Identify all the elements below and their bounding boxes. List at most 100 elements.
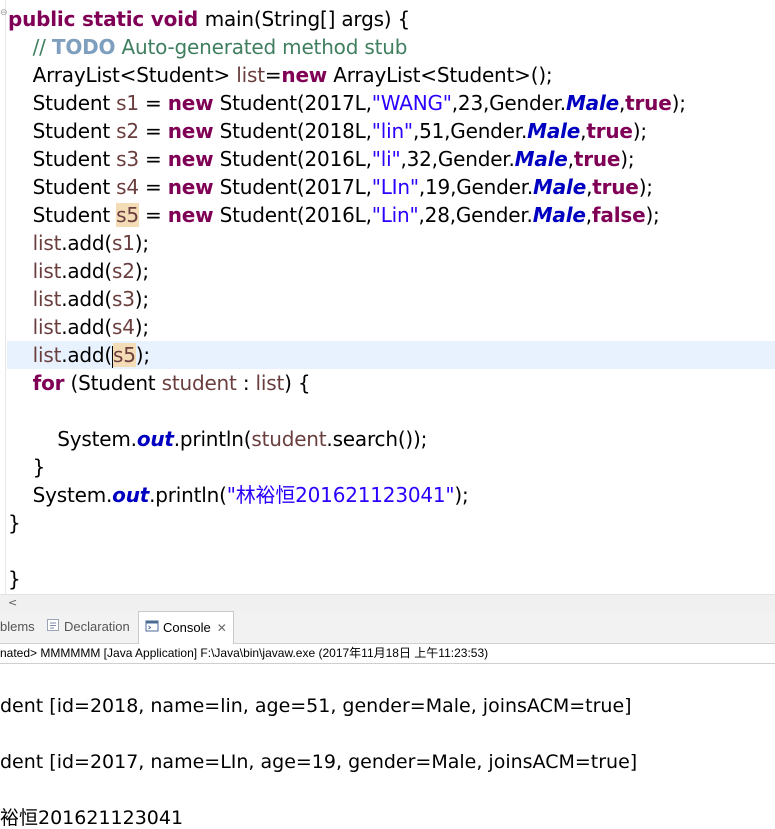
code-token: Student xyxy=(8,119,117,143)
code-line: Student s4 = new Student(2017L,"LIn",19,… xyxy=(8,173,653,201)
code-token: for xyxy=(32,371,65,395)
code-token: "li" xyxy=(371,147,401,171)
code-token: list xyxy=(32,343,62,367)
tab-console[interactable]: Console ✕ xyxy=(138,611,234,644)
code-token: s5 xyxy=(113,343,136,367)
code-token: list xyxy=(32,259,62,283)
code-token: ,28,Gender. xyxy=(418,203,533,227)
code-token: true xyxy=(625,91,672,115)
code-line: list.add(s4); xyxy=(8,313,149,341)
console-icon xyxy=(145,613,159,645)
console-output-line: 裕恒201621123041 xyxy=(0,807,184,829)
code-token: Male xyxy=(527,119,581,143)
console-description: nated> MMMMMM [Java Application] F:\Java… xyxy=(0,644,775,664)
code-line: } xyxy=(8,565,21,593)
code-token: list xyxy=(32,231,62,255)
code-token: ); xyxy=(454,483,469,507)
code-token: ArrayList<Student>(); xyxy=(327,63,553,87)
code-line: for (Student student : list) { xyxy=(8,369,311,397)
code-token: ) { xyxy=(284,371,311,395)
code-line: Student s2 = new Student(2018L,"lin",51,… xyxy=(8,117,647,145)
code-token: .println( xyxy=(149,483,227,507)
code-token: = xyxy=(138,119,168,143)
code-token: = xyxy=(138,147,168,171)
tab-console-label: Console xyxy=(163,620,211,635)
code-line: Student s1 = new Student(2017L,"WANG",23… xyxy=(8,89,686,117)
code-token: s4 xyxy=(112,315,135,339)
console-output-line: dent [id=2017, name=LIn, age=19, gender=… xyxy=(0,751,638,773)
code-token: = xyxy=(264,63,282,87)
code-token: list xyxy=(32,315,62,339)
code-token: s2 xyxy=(112,259,135,283)
code-token: System. xyxy=(8,427,137,451)
code-token: ,32,Gender. xyxy=(400,147,515,171)
code-token: ); xyxy=(134,315,149,339)
code-line: Student s3 = new Student(2016L,"li",32,G… xyxy=(8,145,635,173)
code-token: // xyxy=(8,35,52,59)
code-token: ,23,Gender. xyxy=(451,91,566,115)
code-token: s1 xyxy=(112,231,135,255)
code-token: new xyxy=(167,147,214,171)
code-token: true xyxy=(573,147,621,171)
code-line: System.out.println("林裕恒201621123041"); xyxy=(8,481,469,509)
horizontal-scrollbar[interactable]: < xyxy=(0,594,775,611)
code-line: System.out.println(student.search()); xyxy=(8,425,427,453)
code-token: .add( xyxy=(61,259,113,283)
code-token: ); xyxy=(135,343,150,367)
code-token: Male xyxy=(565,91,619,115)
code-line: // TODO Auto-generated method stub xyxy=(8,33,408,61)
code-token: Student xyxy=(8,91,117,115)
code-token: "WANG" xyxy=(371,91,452,115)
code-token: .add( xyxy=(61,343,113,367)
code-line: public static void main(String[] args) { xyxy=(8,5,410,33)
code-token: "林裕恒201621123041" xyxy=(226,483,455,507)
editor-gutter xyxy=(5,0,6,596)
fold-collapse-icon[interactable]: ⊖ xyxy=(0,8,8,18)
scroll-left-icon[interactable]: < xyxy=(8,595,17,611)
code-token: Student xyxy=(8,203,117,227)
code-token: : xyxy=(236,371,256,395)
console-view[interactable]: nated> MMMMMM [Java Application] F:\Java… xyxy=(0,644,775,829)
code-token: s2 xyxy=(116,119,139,143)
code-token: student xyxy=(251,427,327,451)
code-token: "lin" xyxy=(371,119,413,143)
code-editor[interactable]: ⊖ public static void main(String[] args)… xyxy=(0,0,775,596)
code-token: Student(2016L, xyxy=(213,203,372,227)
code-token: "Lin" xyxy=(371,203,419,227)
code-token: s3 xyxy=(112,287,135,311)
code-token: Student xyxy=(8,175,117,199)
code-token: Male xyxy=(514,147,568,171)
code-token: main(String[] args) { xyxy=(204,7,411,31)
tab-declaration-label: Declaration xyxy=(64,619,130,634)
code-token: true xyxy=(586,119,633,143)
code-token: public static void xyxy=(8,7,205,31)
code-token: .add( xyxy=(61,287,113,311)
tab-declaration[interactable]: Declaration xyxy=(46,611,130,643)
code-token: } xyxy=(8,567,21,591)
declaration-icon xyxy=(46,612,60,644)
tab-problems[interactable]: blems xyxy=(0,611,35,643)
code-token: Male xyxy=(532,203,586,227)
code-token: = xyxy=(138,203,168,227)
console-output-line: dent [id=2018, name=lin, age=51, gender=… xyxy=(0,695,632,717)
code-token: ); xyxy=(632,119,647,143)
close-icon[interactable]: ✕ xyxy=(217,621,227,635)
code-token: new xyxy=(167,175,214,199)
code-token: ); xyxy=(134,287,149,311)
code-token: .println( xyxy=(173,427,252,451)
code-token: ); xyxy=(671,91,686,115)
view-tab-bar: blems Declaration Console ✕ xyxy=(0,611,775,644)
code-token: list xyxy=(32,287,62,311)
code-token: s5 xyxy=(116,203,139,227)
code-token: Student(2017L, xyxy=(213,175,372,199)
code-token: new xyxy=(167,91,214,115)
code-token: .add( xyxy=(61,315,113,339)
code-token: ); xyxy=(134,231,149,255)
code-line: } xyxy=(8,453,46,481)
code-token: Student(2017L, xyxy=(213,91,372,115)
